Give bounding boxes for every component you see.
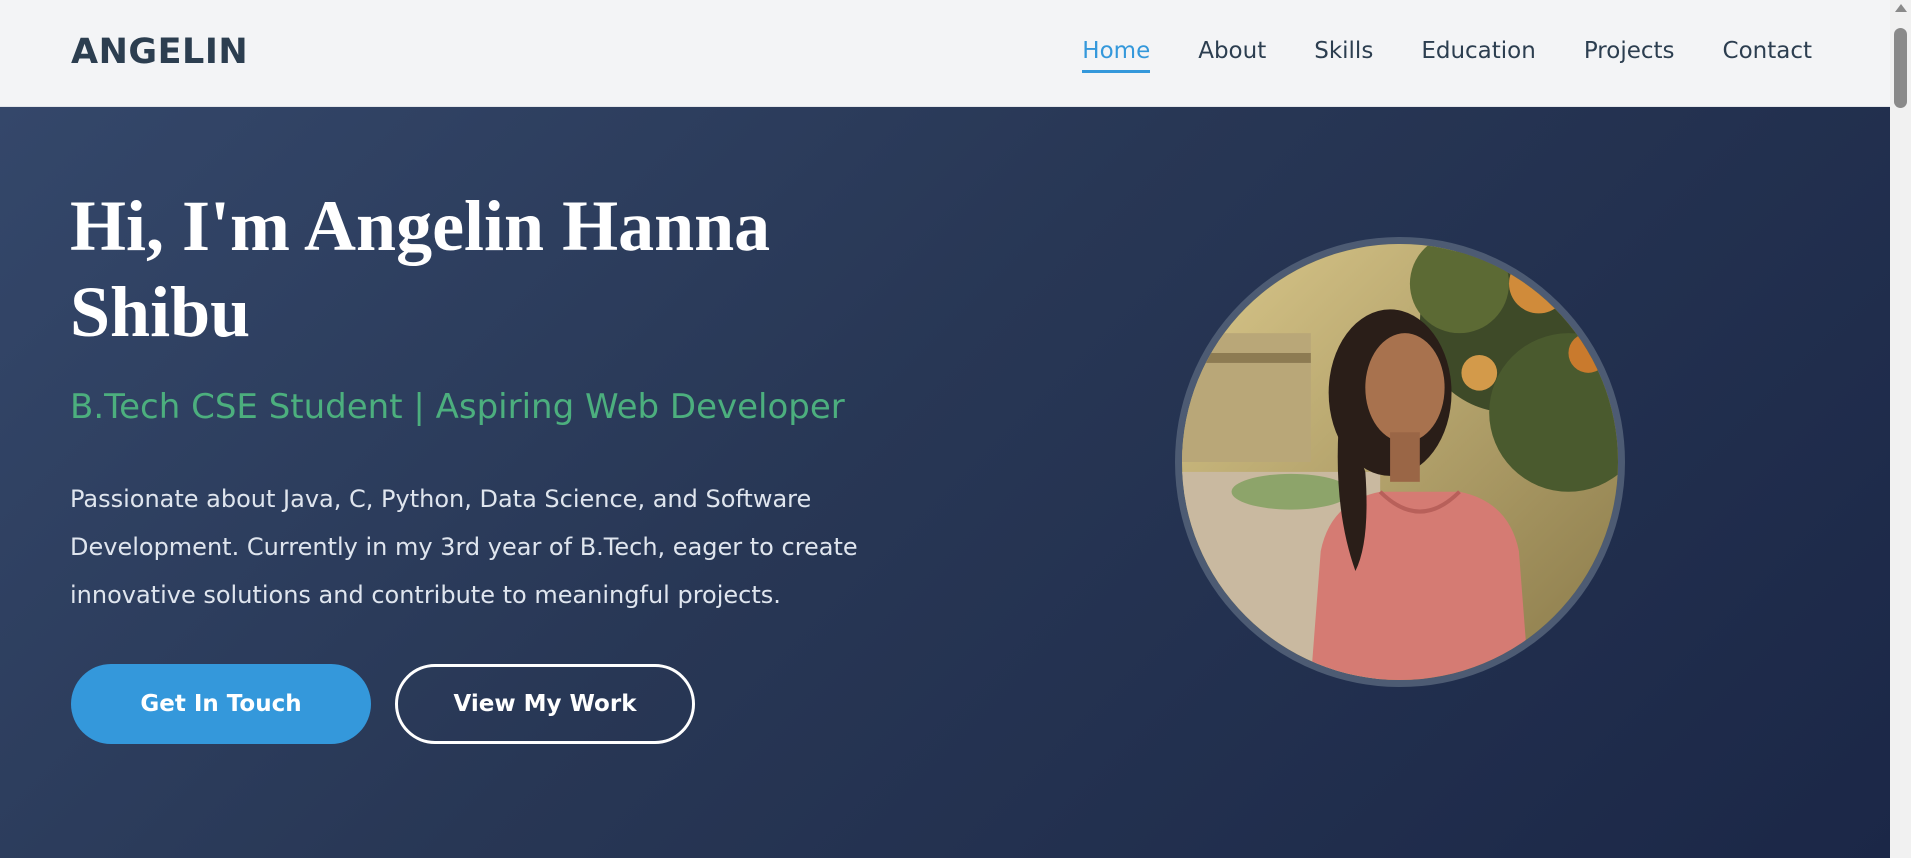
scroll-up-arrow-icon[interactable] (1895, 4, 1907, 12)
hero-subtitle: B.Tech CSE Student | Aspiring Web Develo… (70, 387, 845, 427)
nav-link-projects[interactable]: Projects (1584, 38, 1675, 73)
nav-link-education[interactable]: Education (1421, 38, 1536, 73)
navbar: ANGELIN Home About Skills Education Proj… (0, 0, 1890, 107)
site-logo[interactable]: ANGELIN (71, 32, 248, 72)
profile-photo-illustration (1182, 244, 1618, 680)
view-my-work-button[interactable]: View My Work (395, 664, 695, 744)
nav-link-skills[interactable]: Skills (1314, 38, 1373, 73)
profile-photo (1175, 237, 1625, 687)
get-in-touch-button[interactable]: Get In Touch (71, 664, 371, 744)
hero-title: Hi, I'm Angelin Hanna Shibu (70, 186, 771, 352)
nav-links: Home About Skills Education Projects Con… (1082, 38, 1812, 73)
scrollbar-thumb[interactable] (1894, 28, 1907, 108)
nav-link-contact[interactable]: Contact (1723, 38, 1812, 73)
page-scrollbar[interactable] (1890, 0, 1911, 858)
hero-section: Hi, I'm Angelin Hanna Shibu B.Tech CSE S… (0, 107, 1890, 858)
nav-link-home[interactable]: Home (1082, 38, 1151, 73)
nav-link-about[interactable]: About (1198, 38, 1266, 73)
hero-description: Passionate about Java, C, Python, Data S… (70, 485, 858, 609)
